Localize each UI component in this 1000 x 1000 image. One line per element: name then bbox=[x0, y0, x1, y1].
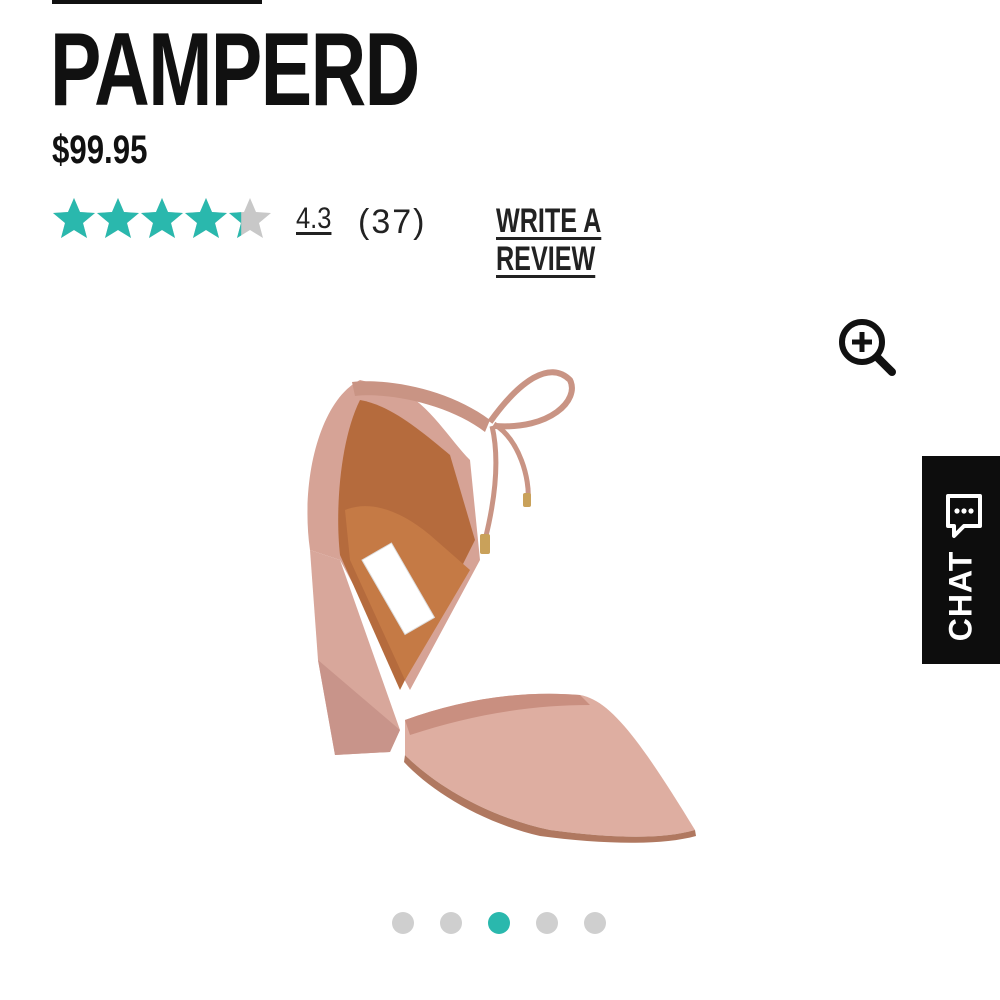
product-image-heel[interactable] bbox=[280, 360, 720, 860]
product-title: PAMPERD bbox=[50, 12, 420, 128]
chat-bubble-icon bbox=[946, 494, 982, 538]
star-icon bbox=[53, 198, 95, 238]
product-price: $99.95 bbox=[52, 128, 148, 172]
star-rating[interactable] bbox=[52, 196, 272, 240]
write-review-link[interactable]: WRITE A REVIEW bbox=[496, 202, 685, 278]
chat-label: CHAT bbox=[942, 550, 979, 642]
review-count: (37) bbox=[358, 203, 427, 241]
carousel-dot[interactable] bbox=[440, 912, 462, 934]
star-icon bbox=[141, 198, 183, 238]
carousel-dot[interactable] bbox=[584, 912, 606, 934]
rating-value-link[interactable]: 4.3 bbox=[296, 202, 331, 236]
rating-row: 4.3 (37) WRITE A REVIEW bbox=[52, 196, 752, 278]
top-link-underline[interactable] bbox=[52, 0, 262, 4]
star-icon bbox=[229, 198, 271, 238]
carousel-dot[interactable] bbox=[488, 912, 510, 934]
zoom-in-icon[interactable] bbox=[836, 316, 898, 378]
carousel-dot[interactable] bbox=[392, 912, 414, 934]
carousel-pagination bbox=[392, 912, 606, 934]
star-icon bbox=[185, 198, 227, 238]
chat-button[interactable]: CHAT bbox=[922, 456, 1000, 664]
carousel-dot[interactable] bbox=[536, 912, 558, 934]
star-icon bbox=[97, 198, 139, 238]
